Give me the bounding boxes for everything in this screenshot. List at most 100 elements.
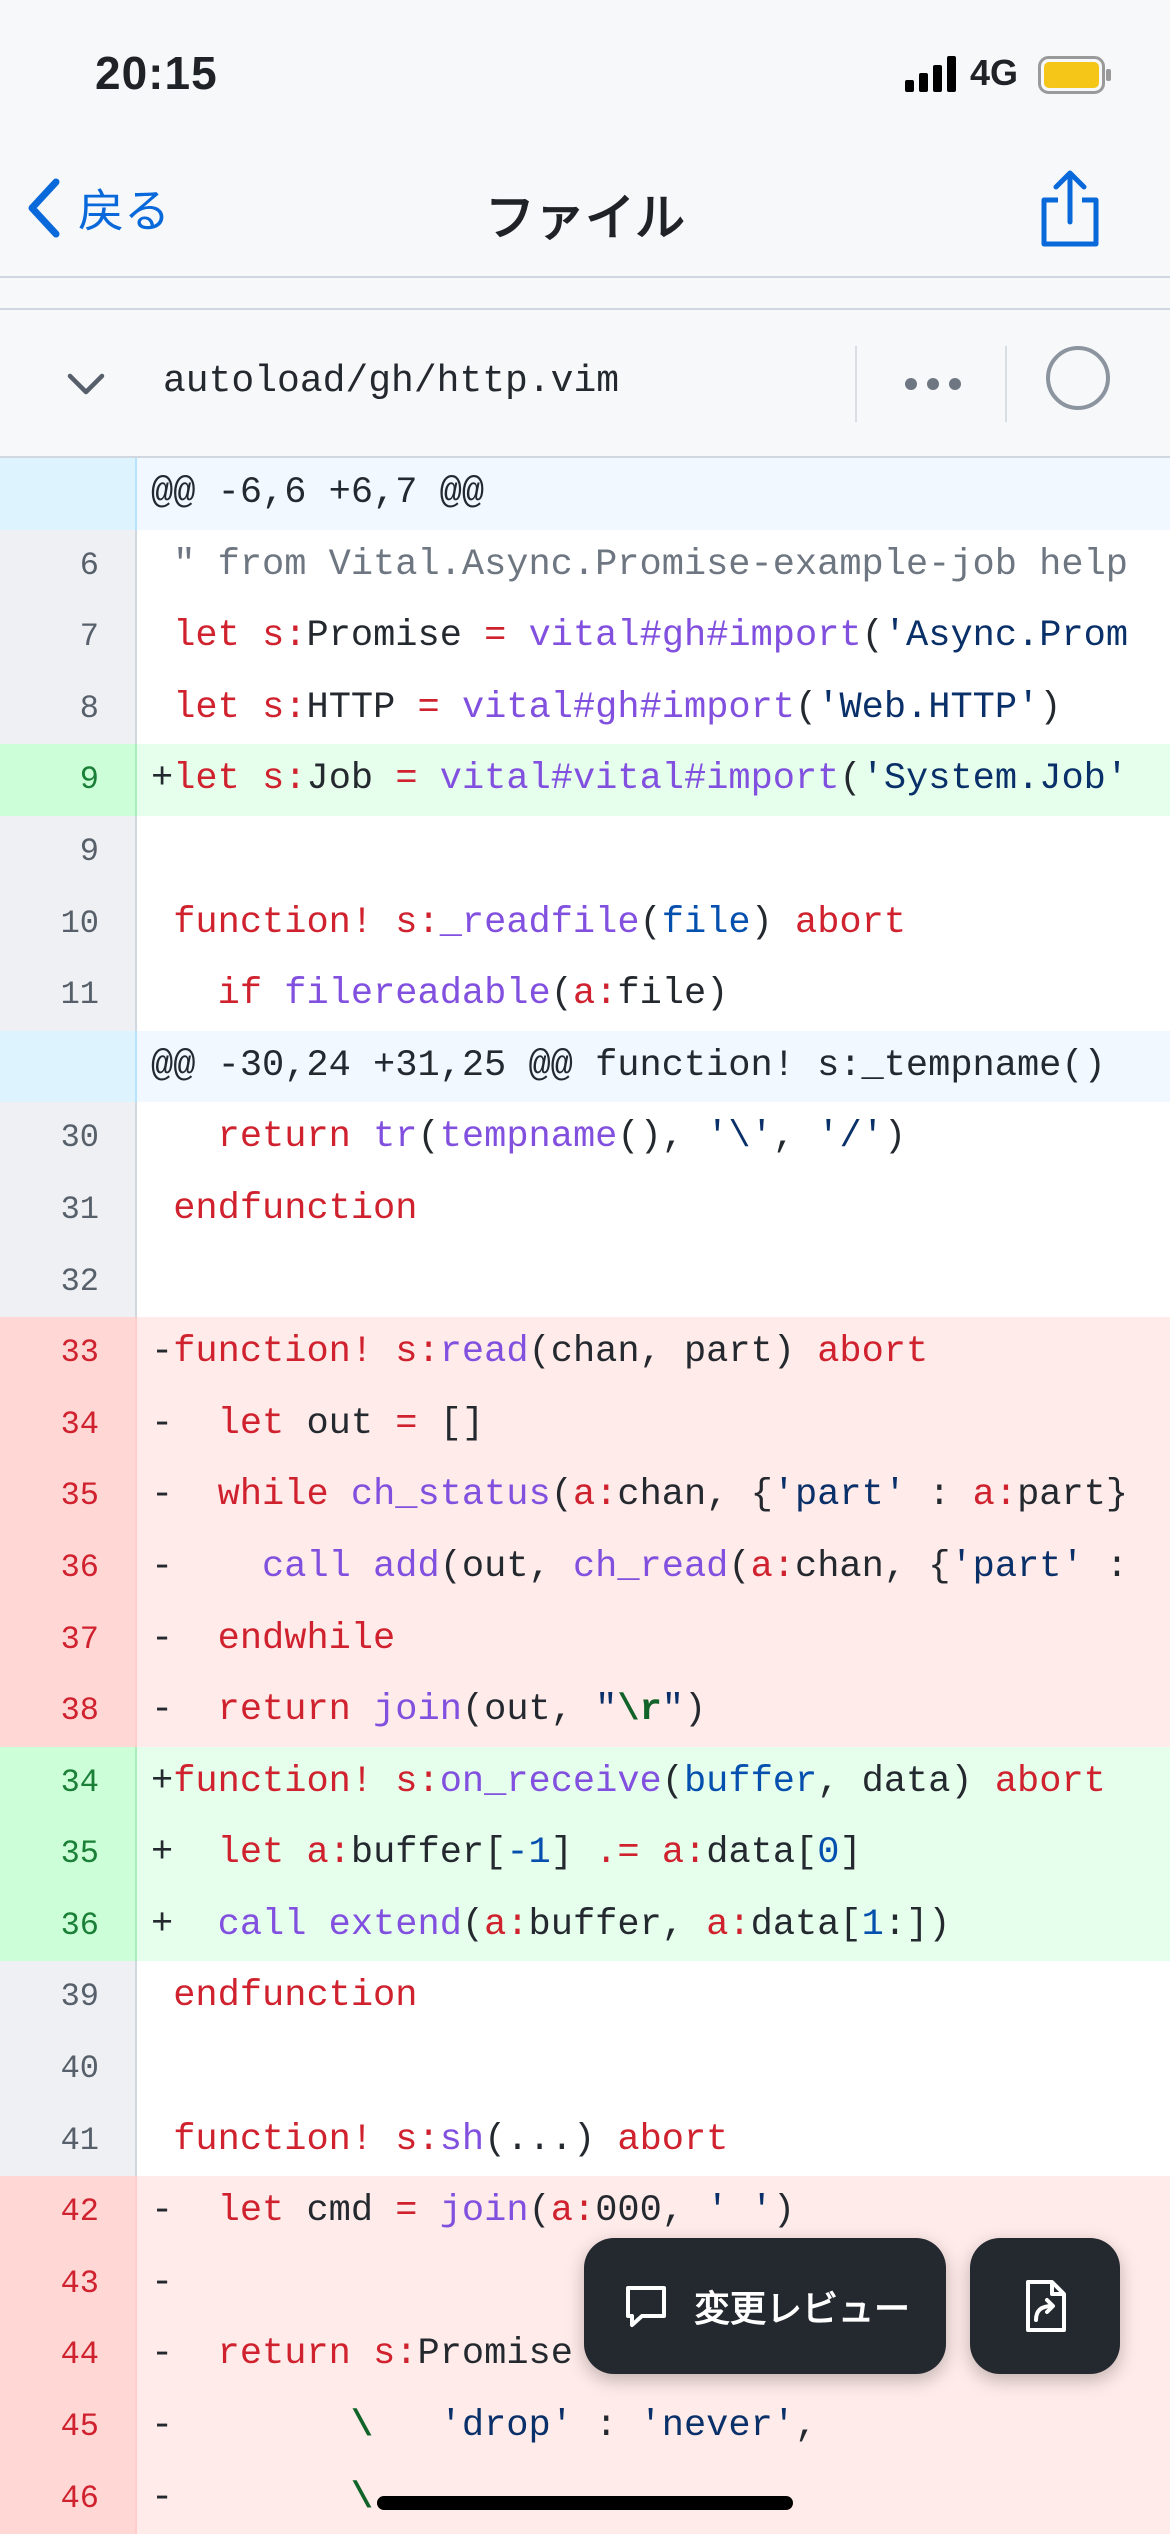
code-token: \ — [350, 2476, 374, 2519]
context-line-row[interactable]: 41 function! s:sh(...) abort — [0, 2104, 1170, 2177]
deleted-line-row[interactable]: 35- while ch_status(a:chan, {'part' : a:… — [0, 1460, 1170, 1532]
code-token: ' ' — [706, 2190, 773, 2233]
code-token: = — [484, 615, 507, 658]
code-token: ( — [417, 1116, 440, 1159]
code-token: - — [151, 2476, 351, 2519]
code-token: , — [794, 2405, 818, 2448]
code-token: ] — [839, 1832, 862, 1875]
code-token: read — [439, 1331, 529, 1374]
code-token: chan, { — [617, 1474, 773, 1517]
deleted-line-row[interactable]: 34- let out = [] — [0, 1388, 1170, 1461]
code-line: function! s:sh(...) abort — [137, 2104, 1170, 2177]
code-token: return — [217, 1116, 351, 1159]
line-number: 7 — [0, 601, 137, 673]
code-token: + — [151, 1903, 218, 1946]
context-line-row[interactable]: 11 if filereadable(a:file) — [0, 959, 1170, 1031]
code-token: HTTP — [306, 686, 418, 729]
file-header: autoload/gh/http.vim — [0, 310, 1170, 458]
code-token: s: — [395, 901, 440, 944]
code-token: ( — [550, 1474, 573, 1517]
code-token: ( — [839, 758, 862, 801]
code-line: - endwhile — [137, 1603, 1170, 1676]
code-token: ) — [883, 1116, 907, 1159]
line-number: 9 — [0, 815, 137, 888]
code-token: 'Async.Prom — [883, 615, 1129, 658]
share-icon[interactable] — [1036, 170, 1104, 248]
line-number: 32 — [0, 1245, 137, 1318]
code-token: = — [395, 2190, 418, 2233]
code-token: Promise — [306, 615, 485, 658]
context-line-row[interactable]: 8 let s:HTTP = vital#gh#import('Web.HTTP… — [0, 672, 1170, 745]
code-token: 'part' — [772, 1474, 907, 1517]
deleted-line-row[interactable]: 36- call add(out, ch_read(a:chan, {'part… — [0, 1531, 1170, 1604]
code-token: join — [439, 2190, 529, 2233]
code-line: +let s:Job = vital#vital#import('System.… — [137, 744, 1170, 816]
context-line-row[interactable]: 30 return tr(tempname(), '\', '/') — [0, 1102, 1170, 1174]
context-line-row[interactable]: 31 endfunction — [0, 1173, 1170, 1246]
added-line-row[interactable]: 34 +function! s:on_receive(buffer, data) … — [0, 1746, 1170, 1819]
context-line-row[interactable]: 9 — [0, 815, 1170, 888]
line-number: 37 — [0, 1603, 137, 1676]
code-token: s: — [262, 615, 307, 658]
code-token: part} — [1017, 1474, 1129, 1517]
status-time: 20:15 — [95, 47, 218, 99]
deleted-line-row[interactable]: 33 -function! s:read(chan, part) abort — [0, 1317, 1170, 1389]
code-token: vital#gh#import — [461, 686, 796, 729]
deleted-line-row[interactable]: 38- return join(out, "\r") — [0, 1675, 1170, 1747]
viewed-circle-icon[interactable] — [1046, 346, 1110, 410]
context-line-row[interactable]: 39 endfunction — [0, 1961, 1170, 2034]
code-token: '\' — [706, 1116, 773, 1159]
added-line-row[interactable]: 9 +let s:Job = vital#vital#import('System… — [0, 744, 1170, 816]
added-line-row[interactable]: 35 + let a:buffer[-1] .= a:data[0] — [0, 1818, 1170, 1890]
context-line-row[interactable]: 40 — [0, 2033, 1170, 2105]
code-token: -1 — [506, 1832, 551, 1875]
code-token: - — [151, 2405, 351, 2448]
code-token: let — [217, 1402, 285, 1445]
hunk-header-row[interactable]: @@ -6,6 +6,7 @@ — [0, 458, 1170, 530]
context-line-row[interactable]: 32 — [0, 1245, 1170, 1318]
line-number: 44 — [0, 2319, 137, 2392]
context-line-row[interactable]: 10 function! s:_readfile(file) abort — [0, 887, 1170, 960]
collapse-chevron-icon[interactable] — [64, 362, 108, 406]
more-icon[interactable] — [893, 354, 973, 414]
code-token: :]) — [883, 1903, 951, 1946]
code-token: tempname — [439, 1116, 618, 1159]
code-token: : — [906, 1474, 973, 1517]
code-line: -function! s:read(chan, part) abort — [137, 1317, 1170, 1389]
code-token: vital#vital#import — [439, 758, 840, 801]
deleted-line-row[interactable]: 45- \ 'drop' : 'never', — [0, 2391, 1170, 2463]
code-token: s: — [395, 2118, 440, 2161]
hunk-header-row[interactable]: @@ -30,24 +31,25 @@ function! s:_tempnam… — [0, 1030, 1170, 1103]
code-line: - return join(out, "\r") — [137, 1675, 1170, 1747]
code-line: - let out = [] — [137, 1388, 1170, 1461]
added-line-row[interactable]: 36 + call extend(a:buffer, a:data[1:]) — [0, 1889, 1170, 1962]
code-token: ) — [772, 2190, 796, 2233]
context-line-row[interactable]: 6 " from Vital.Async.Promise-example-job… — [0, 529, 1170, 602]
code-token: abort — [617, 2118, 729, 2161]
line-number: 8 — [0, 672, 137, 745]
code-line: if filereadable(a:file) — [137, 959, 1170, 1031]
code-line: return tr(tempname(), '\', '/') — [137, 1102, 1170, 1174]
code-token: : — [572, 2405, 640, 2448]
code-token: 'part' — [950, 1545, 1084, 1588]
nav-bar: 戻る ファイル — [0, 140, 1170, 278]
file-path: autoload/gh/http.vim — [163, 360, 620, 403]
code-token: buffer[ — [350, 1832, 507, 1875]
code-token: file — [661, 901, 751, 944]
line-number: 34 — [0, 1388, 137, 1461]
deleted-line-row[interactable]: 42- let cmd = join(a:000, ' ') — [0, 2176, 1170, 2248]
context-line-row[interactable]: 7 let s:Promise = vital#gh#import('Async… — [0, 601, 1170, 673]
deleted-line-row[interactable]: 37- endwhile — [0, 1603, 1170, 1676]
code-line — [137, 2033, 1170, 2105]
review-changes-button[interactable]: 変更レビュー — [584, 2238, 946, 2374]
line-number: 38 — [0, 1675, 137, 1747]
code-token: Promise — [417, 2333, 573, 2376]
file-jump-button[interactable] — [970, 2238, 1120, 2374]
